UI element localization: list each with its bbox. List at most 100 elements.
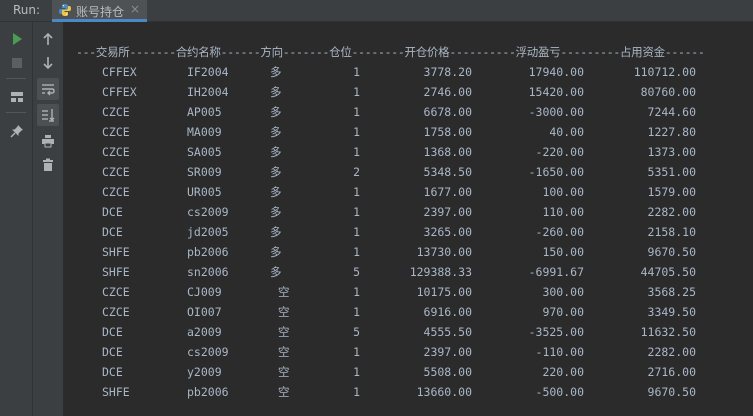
- position-row: DCE cs2009 空 1 2397.00 -110.00 2282.00: [76, 342, 705, 362]
- cell-float-pnl: -3525.00: [528, 325, 584, 339]
- cell-float-pnl: 110.00: [542, 205, 584, 219]
- cell-contract: pb2006: [187, 385, 229, 399]
- cell-exchange: CZCE: [102, 185, 130, 199]
- cell-margin: 9670.50: [647, 385, 696, 399]
- cell-contract: SA005: [187, 145, 222, 159]
- pin-tab-button[interactable]: [6, 120, 28, 142]
- cell-open-price: 1677.00: [423, 185, 472, 199]
- cell-contract: sn2006: [187, 265, 229, 279]
- cell-contract: IH2004: [187, 85, 229, 99]
- cell-contract: SR009: [187, 165, 222, 179]
- toolbar-divider: [6, 112, 26, 113]
- cell-position: 1: [353, 65, 360, 79]
- console-text: ---交易所-------合约名称------方向-------仓位------…: [76, 42, 705, 402]
- cell-direction: 多: [270, 265, 282, 279]
- position-row: SHFE sn2006 多 5 129388.33 -6991.67 44705.50: [76, 262, 705, 282]
- cell-contract: cs2009: [187, 205, 229, 219]
- cell-exchange: CZCE: [102, 285, 130, 299]
- cell-exchange: CZCE: [102, 165, 130, 179]
- position-row: CFFEX IF2004 多 1 3778.20 17940.00 110712.00: [76, 62, 705, 82]
- position-row: CZCE CJ009 空 1 10175.00 300.00 3568.25: [76, 282, 705, 302]
- cell-open-price: 13660.00: [416, 385, 472, 399]
- cell-position: 1: [353, 245, 360, 259]
- cell-direction: 空: [278, 285, 290, 299]
- cell-contract: MA009: [187, 125, 222, 139]
- cell-contract: UR005: [187, 185, 222, 199]
- trash-icon: [43, 158, 53, 171]
- cell-open-price: 3778.20: [423, 65, 472, 79]
- restore-layout-button[interactable]: [6, 86, 28, 108]
- run-tool-window: Run: 账号持仓 × ---交易所-------合约名称------方向---…: [0, 0, 753, 416]
- cell-direction: 多: [270, 125, 282, 139]
- stop-icon: [12, 58, 22, 68]
- cell-position: 1: [353, 105, 360, 119]
- cell-open-price: 2746.00: [423, 85, 472, 99]
- cell-position: 2: [353, 165, 360, 179]
- pin-icon: [10, 125, 23, 138]
- cell-float-pnl: -6991.67: [528, 265, 584, 279]
- cell-margin: 7244.60: [647, 105, 696, 119]
- cell-margin: 2282.00: [647, 205, 696, 219]
- position-row: DCE jd2005 多 1 3265.00 -260.00 2158.10: [76, 222, 705, 242]
- position-row: CZCE SA005 多 1 1368.00 -220.00 1373.00: [76, 142, 705, 162]
- stop-button[interactable]: [6, 52, 28, 74]
- position-rows: CFFEX IF2004 多 1 3778.20 17940.00 110712.00 CFF…: [76, 62, 705, 402]
- console-output[interactable]: ---交易所-------合约名称------方向-------仓位------…: [64, 22, 753, 416]
- position-row: DCE a2009 空 5 4555.50 -3525.00 11632.50: [76, 322, 705, 342]
- scroll-to-end-toggle[interactable]: [37, 104, 59, 126]
- cell-direction: 空: [278, 385, 290, 399]
- cell-open-price: 6678.00: [423, 105, 472, 119]
- cell-direction: 多: [270, 85, 282, 99]
- cell-open-price: 6916.00: [423, 305, 472, 319]
- print-button[interactable]: [37, 130, 59, 152]
- cell-float-pnl: -500.00: [535, 385, 584, 399]
- cell-open-price: 10175.00: [416, 285, 472, 299]
- run-label: Run:: [13, 3, 41, 17]
- cell-direction: 空: [278, 365, 290, 379]
- cell-position: 1: [353, 205, 360, 219]
- cell-exchange: CFFEX: [102, 85, 137, 99]
- cell-margin: 2716.00: [647, 365, 696, 379]
- tab-account-positions[interactable]: 账号持仓 ×: [52, 0, 147, 22]
- cell-exchange: DCE: [102, 225, 123, 239]
- table-header: ---交易所-------合约名称------方向-------仓位------…: [76, 45, 705, 59]
- up-stack-frame-button[interactable]: [37, 28, 59, 50]
- cell-margin: 3349.50: [647, 305, 696, 319]
- cell-direction: 多: [270, 165, 282, 179]
- cell-float-pnl: -110.00: [535, 345, 584, 359]
- run-tab-bar: Run: 账号持仓 ×: [0, 0, 753, 22]
- soft-wrap-toggle[interactable]: [37, 78, 59, 100]
- cell-exchange: CZCE: [102, 125, 130, 139]
- console-toolbar: [33, 22, 64, 416]
- cell-contract: a2009: [187, 325, 222, 339]
- cell-position: 1: [353, 345, 360, 359]
- cell-direction: 空: [278, 345, 290, 359]
- cell-position: 5: [353, 325, 360, 339]
- cell-position: 1: [353, 365, 360, 379]
- position-row: CZCE AP005 多 1 6678.00 -3000.00 7244.60: [76, 102, 705, 122]
- cell-open-price: 2397.00: [423, 205, 472, 219]
- cell-exchange: SHFE: [102, 245, 130, 259]
- position-row: CZCE SR009 多 2 5348.50 -1650.00 5351.00: [76, 162, 705, 182]
- cell-margin: 9670.50: [647, 245, 696, 259]
- cell-position: 1: [353, 305, 360, 319]
- cell-exchange: SHFE: [102, 265, 130, 279]
- run-controls-toolbar: [0, 22, 33, 416]
- cell-margin: 11632.50: [640, 325, 696, 339]
- cell-open-price: 5508.00: [423, 365, 472, 379]
- rerun-button[interactable]: [6, 28, 28, 50]
- cell-float-pnl: 100.00: [542, 185, 584, 199]
- cell-position: 1: [353, 225, 360, 239]
- python-icon: [59, 4, 71, 16]
- cell-direction: 多: [270, 65, 282, 79]
- cell-open-price: 1368.00: [423, 145, 472, 159]
- cell-float-pnl: 970.00: [542, 305, 584, 319]
- cell-exchange: DCE: [102, 325, 123, 339]
- tab-title: 账号持仓: [76, 5, 125, 19]
- clear-all-button[interactable]: [37, 154, 59, 176]
- close-icon[interactable]: ×: [130, 2, 140, 16]
- cell-direction: 多: [270, 145, 282, 159]
- position-row: DCE cs2009 多 1 2397.00 110.00 2282.00: [76, 202, 705, 222]
- cell-direction: 多: [270, 105, 282, 119]
- down-stack-frame-button[interactable]: [37, 52, 59, 74]
